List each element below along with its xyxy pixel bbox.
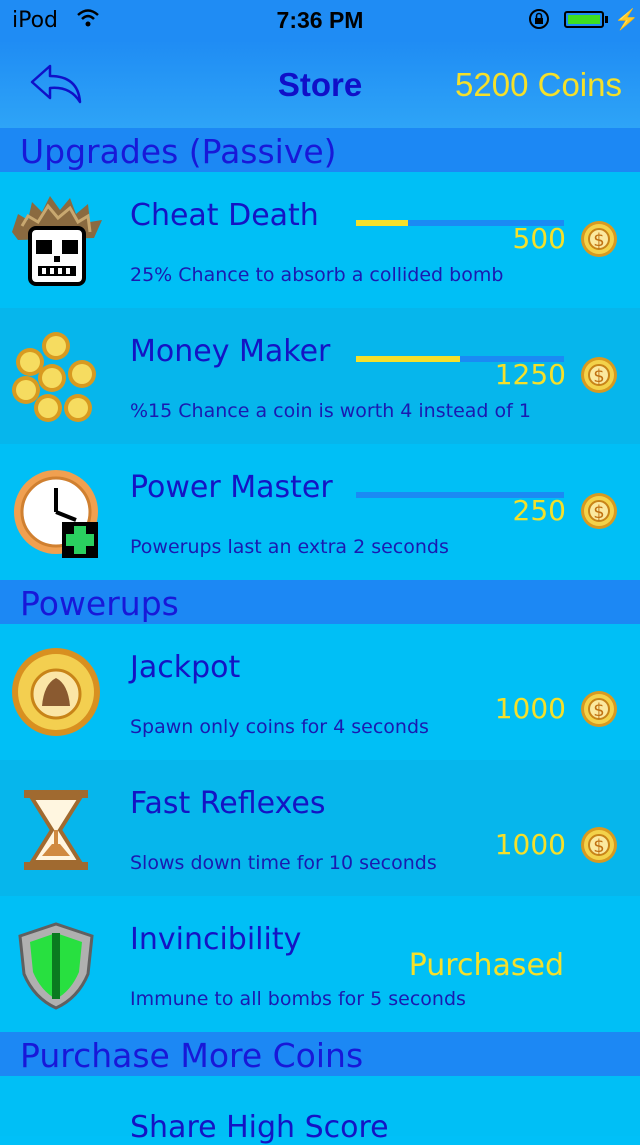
- coin-balance: 5200 Coins: [455, 66, 622, 103]
- item-name: Jackpot: [130, 650, 241, 685]
- item-price: 1250: [494, 358, 566, 391]
- store-item-invincibility[interactable]: Invincibility Purchased Immune to all bo…: [0, 896, 640, 1032]
- store-item-share-high-score[interactable]: Share High Score: [0, 1076, 640, 1145]
- coin-icon: $: [580, 356, 618, 394]
- item-name: Power Master: [130, 470, 333, 505]
- coin-icon: $: [580, 690, 618, 728]
- coin-icon: $: [580, 220, 618, 258]
- section-title: Upgrades (Passive): [20, 132, 337, 171]
- store-item-fast-reflexes[interactable]: Fast Reflexes 1000 $ Slows down time for…: [0, 760, 640, 896]
- item-name: Fast Reflexes: [130, 786, 326, 821]
- shield-icon: [8, 916, 104, 1012]
- item-description: Powerups last an extra 2 seconds: [130, 536, 449, 558]
- rotation-lock-icon: [528, 8, 550, 36]
- item-description: 25% Chance to absorb a collided bomb: [130, 264, 504, 286]
- battery-icon: [564, 11, 604, 28]
- item-description: Spawn only coins for 4 seconds: [130, 716, 429, 738]
- section-header-powerups: Powerups: [0, 580, 640, 624]
- nav-bar: Store 5200 Coins: [0, 40, 640, 128]
- coin-icon: $: [580, 826, 618, 864]
- store-item-power-master[interactable]: Power Master 250 $ Powerups last an extr…: [0, 444, 640, 580]
- purchased-label: Purchased: [408, 948, 564, 983]
- svg-text:$: $: [593, 836, 604, 857]
- store-item-cheat-death[interactable]: Cheat Death 500 $ 25% Chance to absorb a…: [0, 172, 640, 308]
- item-description: Slows down time for 10 seconds: [130, 852, 437, 874]
- store-item-money-maker[interactable]: Money Maker 1250 $ %15 Chance a coin is …: [0, 308, 640, 444]
- item-name: Share High Score: [130, 1110, 389, 1145]
- item-name: Money Maker: [130, 334, 331, 369]
- item-price: 1000: [494, 828, 566, 861]
- svg-text:$: $: [593, 502, 604, 523]
- jackpot-coin-icon: [8, 644, 104, 740]
- item-price: 1000: [494, 692, 566, 725]
- svg-text:$: $: [593, 230, 604, 251]
- skull-character-icon: [8, 192, 104, 288]
- coin-icon: $: [580, 492, 618, 530]
- battery-nub: [605, 16, 608, 23]
- section-header-upgrades: Upgrades (Passive): [0, 128, 640, 172]
- status-bar: iPod 7:36 PM ⚡: [0, 0, 640, 40]
- clock-plus-icon: [8, 464, 104, 560]
- item-name: Invincibility: [130, 922, 302, 957]
- svg-text:$: $: [593, 366, 604, 387]
- section-title: Purchase More Coins: [20, 1036, 364, 1075]
- section-header-purchase: Purchase More Coins: [0, 1032, 640, 1076]
- item-price: 500: [512, 222, 566, 255]
- charging-icon: ⚡: [614, 9, 639, 31]
- svg-text:$: $: [593, 700, 604, 721]
- hourglass-icon: [8, 780, 104, 876]
- item-description: Immune to all bombs for 5 seconds: [130, 988, 466, 1010]
- item-name: Cheat Death: [130, 198, 319, 233]
- section-title: Powerups: [20, 584, 179, 623]
- item-price: 250: [512, 494, 566, 527]
- coin-pile-icon: [8, 328, 104, 424]
- item-description: %15 Chance a coin is worth 4 instead of …: [130, 400, 531, 422]
- store-item-jackpot[interactable]: Jackpot 1000 $ Spawn only coins for 4 se…: [0, 624, 640, 760]
